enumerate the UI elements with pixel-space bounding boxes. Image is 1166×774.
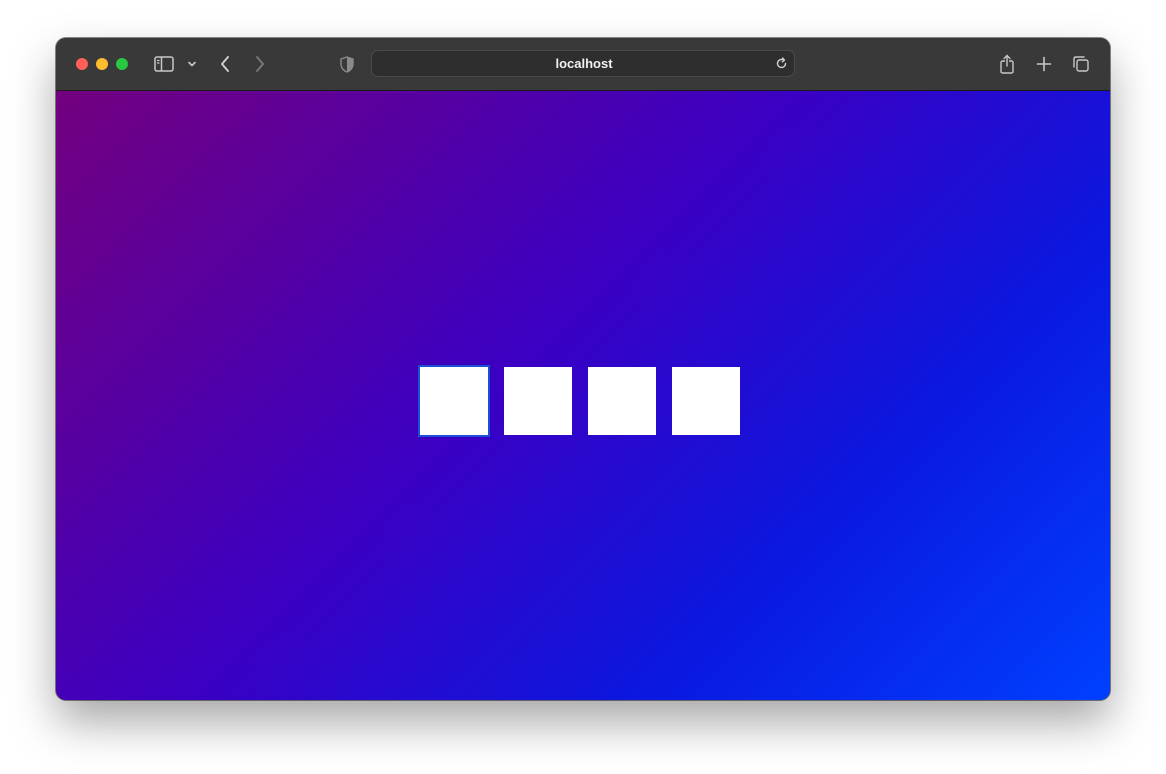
- sidebar-icon[interactable]: [153, 52, 175, 76]
- verification-code-inputs: [418, 365, 740, 437]
- forward-arrow-icon[interactable]: [251, 52, 269, 76]
- shield-icon[interactable]: [338, 52, 356, 76]
- code-digit-input-2[interactable]: [504, 367, 572, 435]
- reload-icon[interactable]: [775, 57, 788, 75]
- back-arrow-icon[interactable]: [216, 52, 234, 76]
- page-content: [56, 91, 1110, 700]
- tabs-icon[interactable]: [1071, 52, 1091, 76]
- maximize-window-button[interactable]: [116, 58, 128, 70]
- minimize-window-button[interactable]: [96, 58, 108, 70]
- code-digit-input-3[interactable]: [588, 367, 656, 435]
- share-icon[interactable]: [997, 52, 1017, 76]
- plus-icon[interactable]: [1034, 52, 1054, 76]
- code-digit-input-1[interactable]: [418, 365, 490, 437]
- close-window-button[interactable]: [76, 58, 88, 70]
- browser-window: localhost: [56, 38, 1110, 700]
- address-bar[interactable]: localhost: [371, 50, 795, 77]
- browser-toolbar: localhost: [56, 38, 1110, 91]
- address-bar-url[interactable]: localhost: [372, 51, 796, 76]
- chevron-down-icon[interactable]: [186, 52, 198, 76]
- code-digit-input-4[interactable]: [672, 367, 740, 435]
